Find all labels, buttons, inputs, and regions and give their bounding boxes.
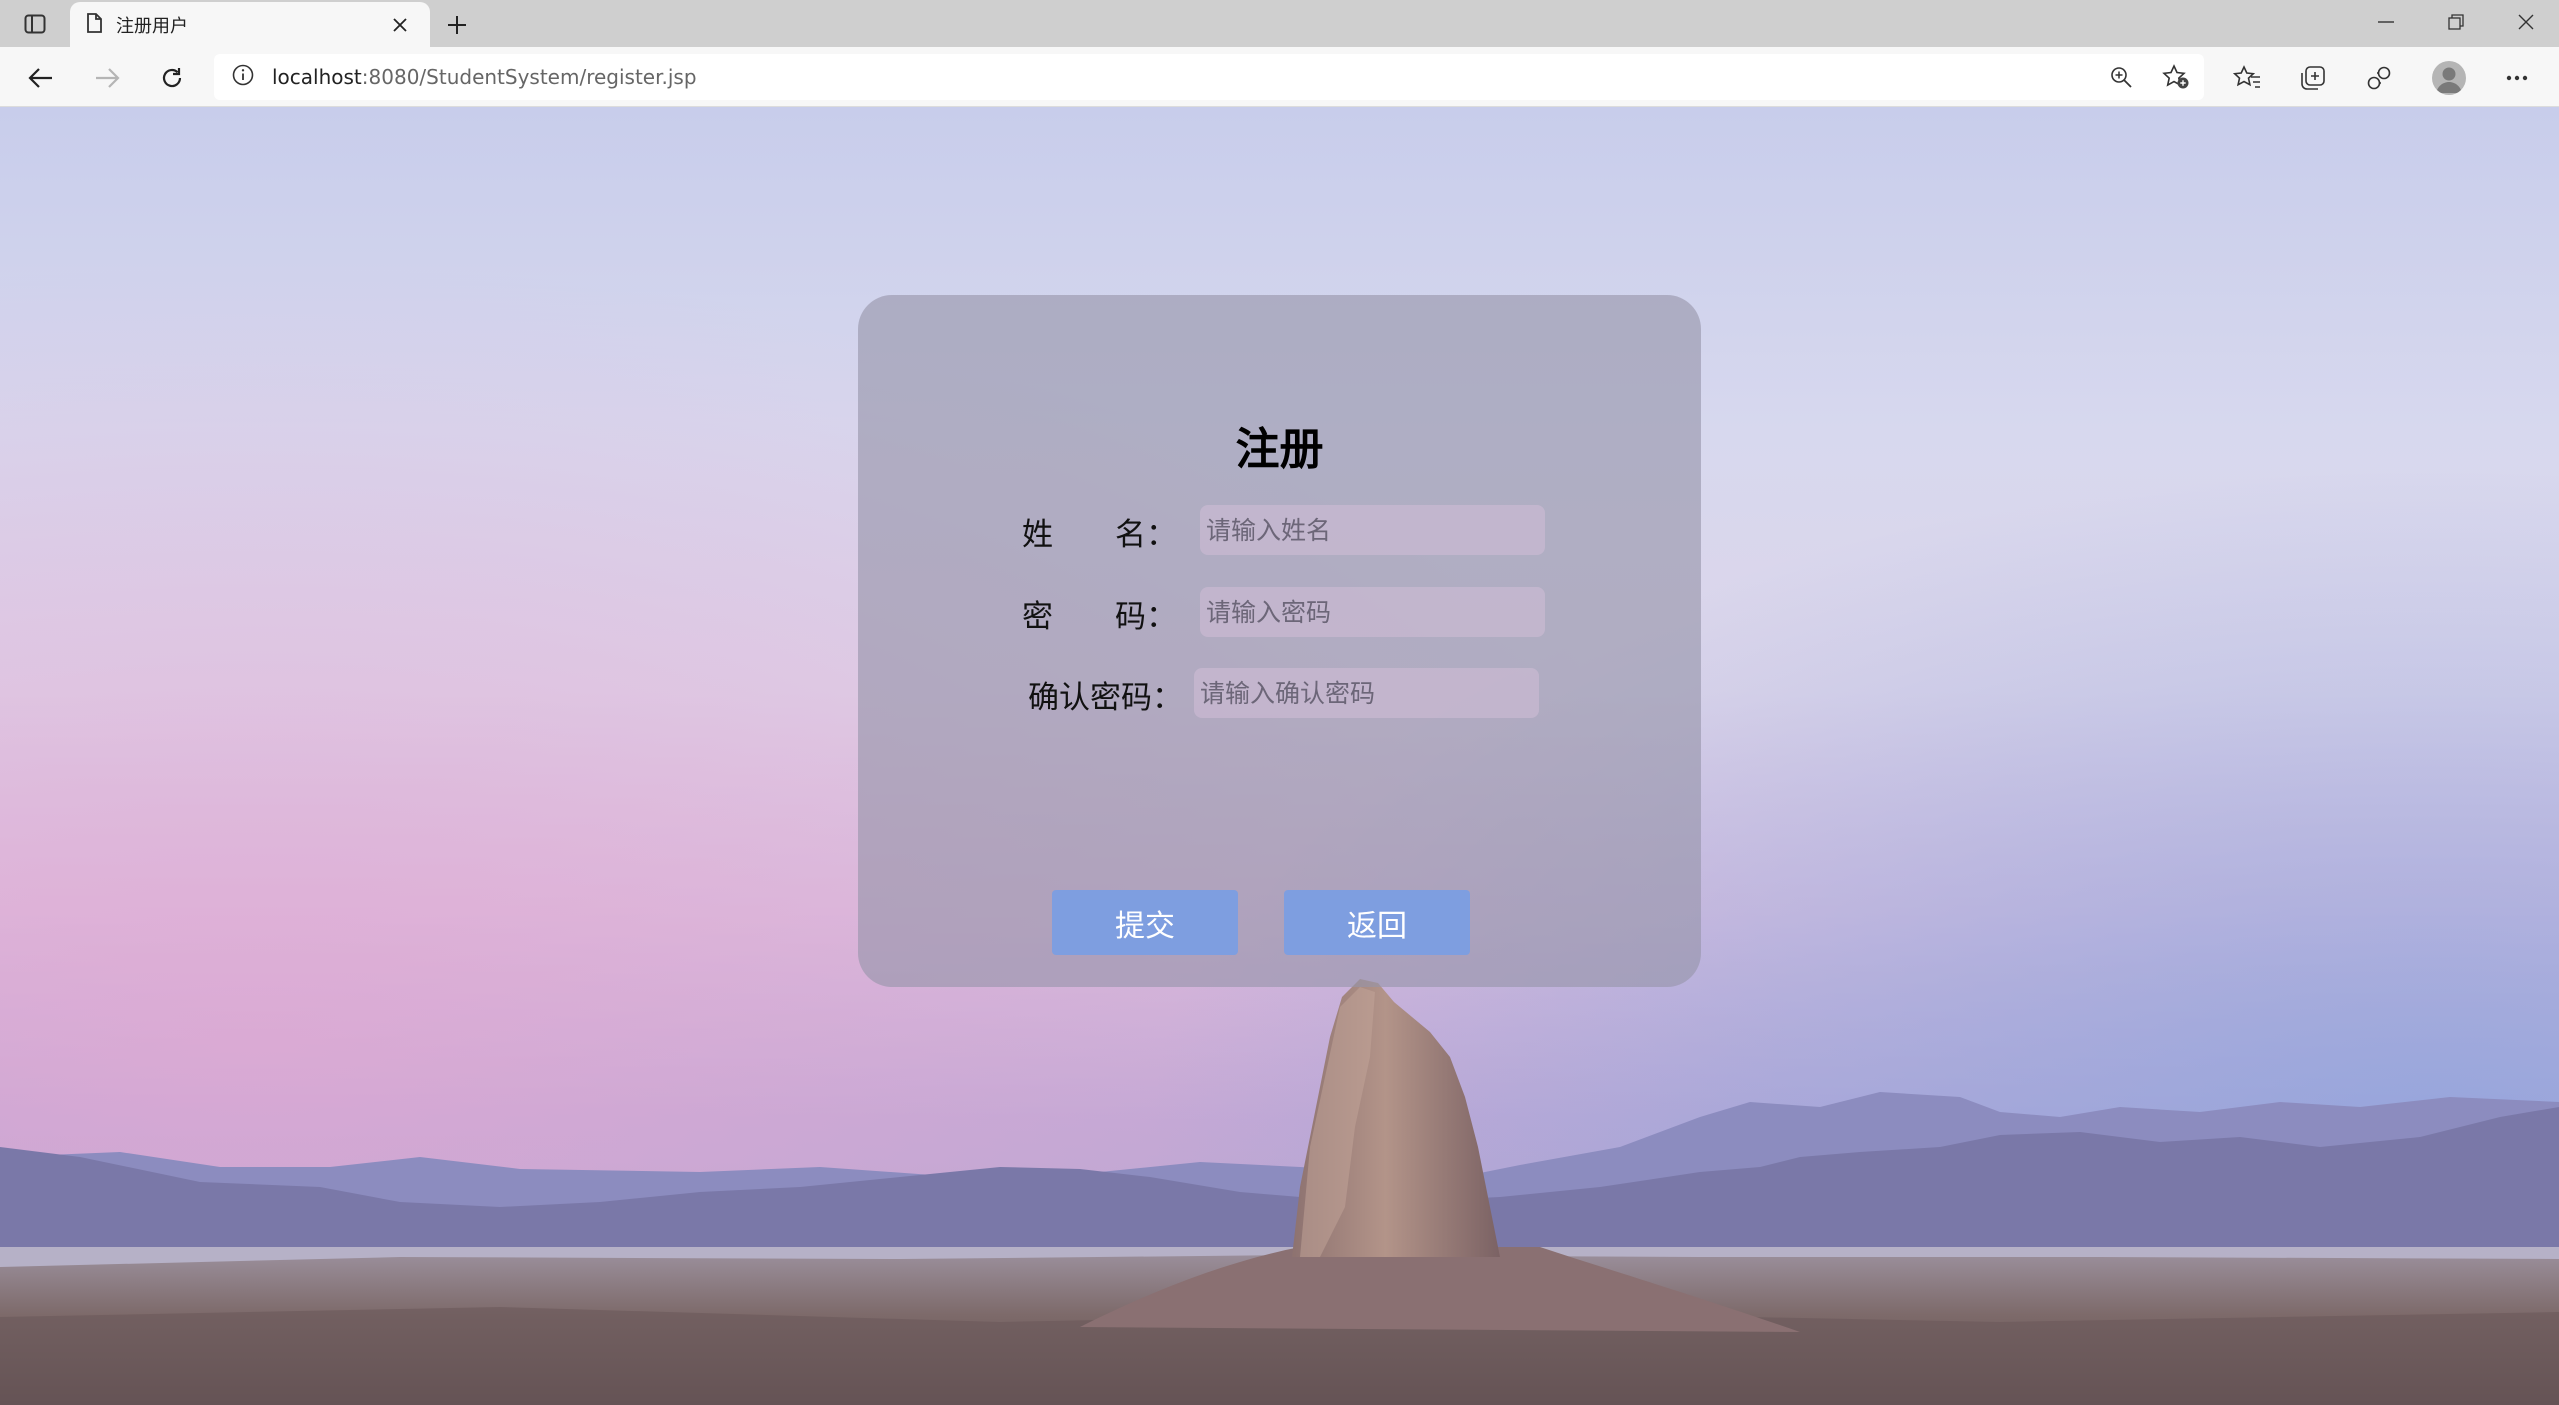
name-input[interactable] — [1200, 505, 1545, 555]
tab-actions-icon[interactable] — [14, 10, 56, 38]
confirm-password-row: 确认密码： — [1028, 668, 1628, 718]
confirm-password-label: 确认密码： — [1028, 680, 1183, 716]
forward-arrow-icon[interactable] — [88, 59, 126, 97]
tab-title: 注册用户 — [116, 15, 188, 37]
password-row: 密 码： — [1022, 587, 1622, 637]
back-button[interactable]: 返回 — [1284, 890, 1470, 955]
restore-icon[interactable] — [2422, 0, 2490, 44]
submit-button[interactable]: 提交 — [1052, 890, 1238, 955]
refresh-icon[interactable] — [153, 59, 191, 97]
confirm-password-input[interactable] — [1194, 668, 1539, 718]
active-tab[interactable]: 注册用户 — [70, 2, 430, 47]
more-icon[interactable] — [2498, 59, 2536, 97]
profile-icon[interactable] — [2432, 61, 2466, 95]
info-icon[interactable] — [232, 64, 254, 90]
page-title: 注册 — [1235, 424, 1324, 475]
page-icon — [86, 12, 102, 37]
name-row: 姓 名： — [1022, 505, 1622, 555]
page-viewport: 注册 姓 名： 密 码： 确认密码： 提交 返回 — [0, 107, 2559, 1405]
favorites-icon[interactable] — [2228, 59, 2266, 97]
add-favorite-icon[interactable] — [2159, 60, 2193, 94]
register-card: 注册 姓 名： 密 码： 确认密码： 提交 返回 — [858, 295, 1701, 987]
window-close-icon[interactable] — [2492, 0, 2559, 44]
plus-icon[interactable] — [440, 8, 474, 42]
zoom-icon[interactable] — [2104, 60, 2138, 94]
url-text: localhost:8080/StudentSystem/register.js… — [272, 65, 697, 89]
minimize-icon[interactable] — [2352, 0, 2420, 44]
url-host: localhost — [272, 65, 362, 89]
browser-toolbar: localhost:8080/StudentSystem/register.js… — [0, 47, 2559, 107]
collections-icon[interactable] — [2294, 59, 2332, 97]
extensions-icon[interactable] — [2360, 59, 2398, 97]
address-bar[interactable]: localhost:8080/StudentSystem/register.js… — [214, 54, 2204, 100]
url-path: :8080/StudentSystem/register.jsp — [361, 65, 697, 89]
password-label: 密 码： — [1022, 599, 1177, 635]
name-label: 姓 名： — [1022, 517, 1177, 553]
tab-strip: 注册用户 — [0, 0, 2559, 47]
back-arrow-icon[interactable] — [22, 59, 60, 97]
password-input[interactable] — [1200, 587, 1545, 637]
close-icon[interactable] — [386, 11, 414, 39]
